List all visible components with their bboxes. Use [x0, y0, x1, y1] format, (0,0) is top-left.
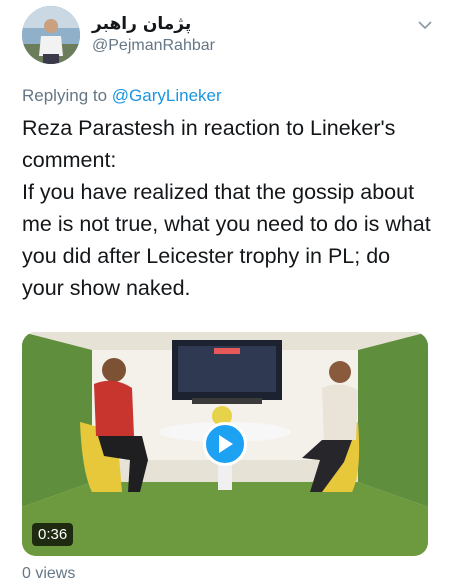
tweet-text: Reza Parastesh in reaction to Lineker's …: [22, 112, 432, 304]
video-player[interactable]: 0:36: [22, 332, 428, 556]
tweet-paragraph: If you have realized that the gossip abo…: [22, 180, 431, 300]
display-name[interactable]: پژمان راهبر: [92, 14, 191, 34]
play-button[interactable]: [203, 422, 247, 466]
user-handle[interactable]: @PejmanRahbar: [92, 37, 215, 55]
mention-link[interactable]: @GaryLineker: [112, 86, 222, 105]
tweet-header: پژمان راهبر @PejmanRahbar: [22, 6, 436, 66]
play-icon: [219, 435, 233, 453]
avatar[interactable]: [22, 6, 80, 64]
video-duration: 0:36: [32, 523, 74, 546]
view-count: 0 views: [22, 565, 76, 582]
tweet-paragraph: Reza Parastesh in reaction to Lineker's …: [22, 116, 396, 172]
chevron-down-icon[interactable]: [416, 16, 434, 34]
replying-to: Replying to @GaryLineker: [22, 86, 222, 106]
replying-to-label: Replying to: [22, 86, 108, 105]
